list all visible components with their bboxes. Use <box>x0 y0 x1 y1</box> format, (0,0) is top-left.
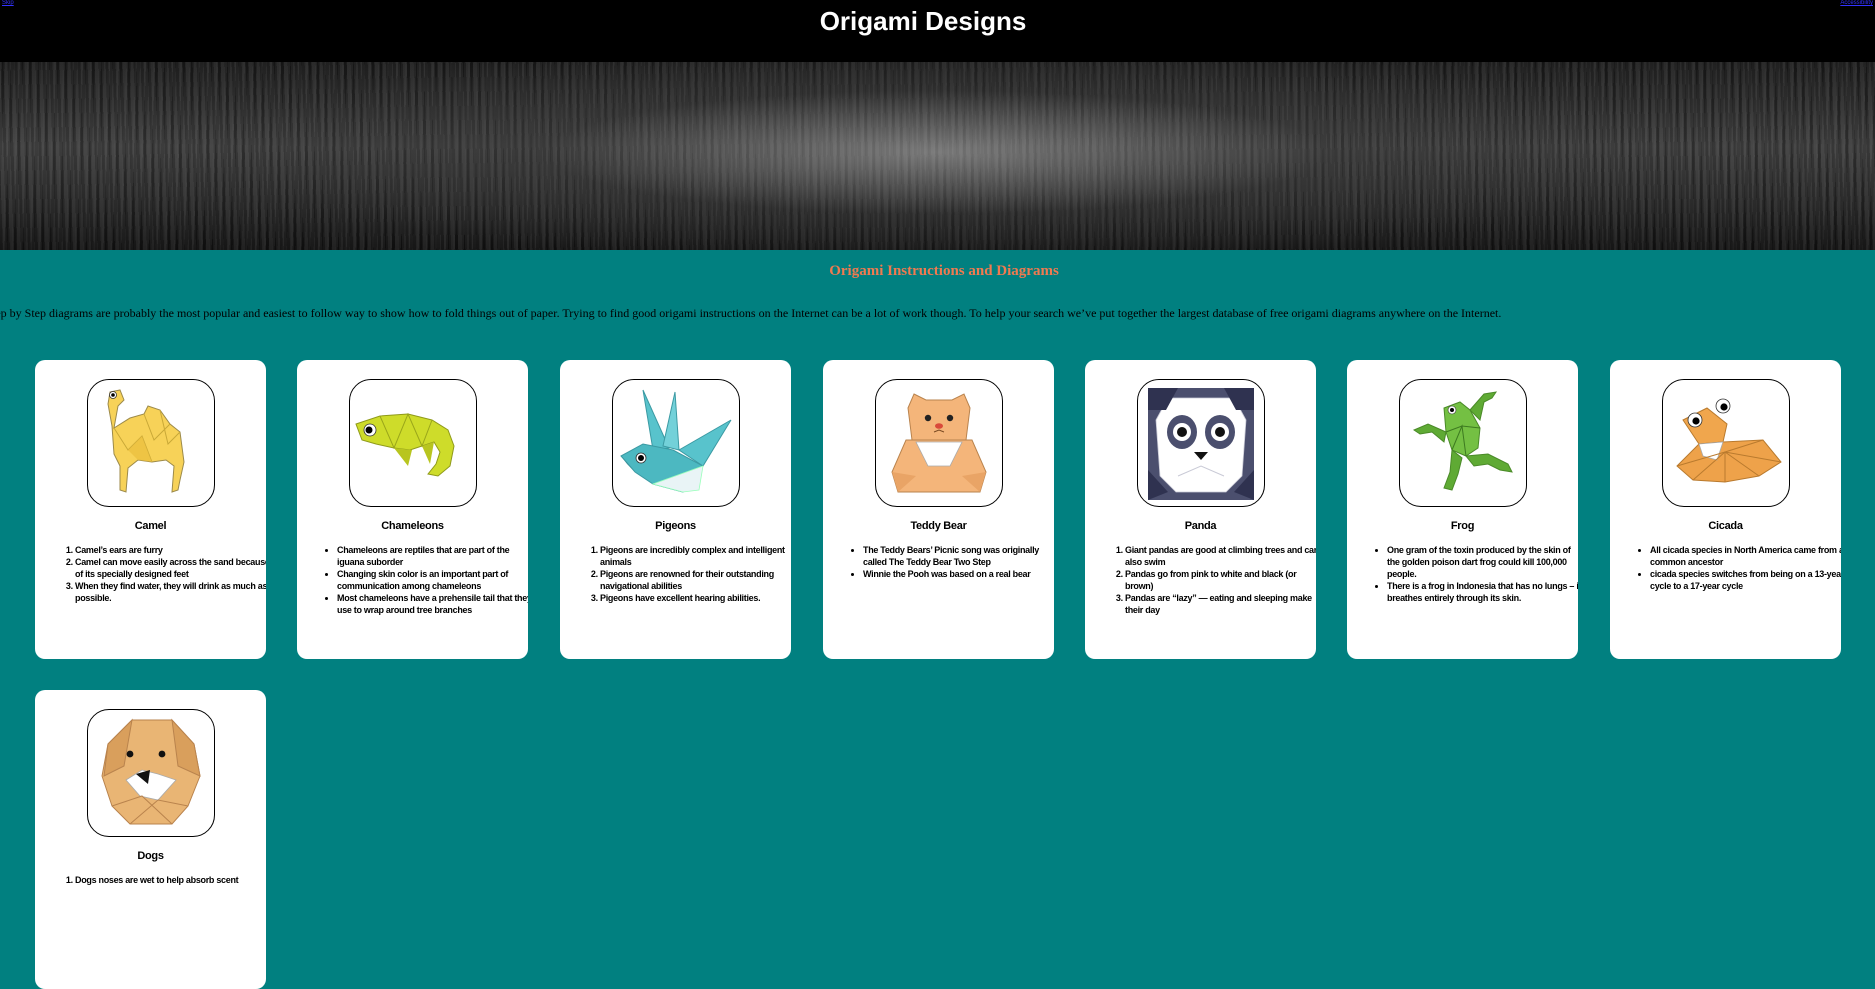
list-item: Most chameleons have a prehensile tail t… <box>337 592 528 616</box>
list-item: There is a frog in Indonesia that has no… <box>1387 580 1578 604</box>
list-item: cicada species switches from being on a … <box>1650 568 1841 592</box>
list-item: Camel can move easily across the sand be… <box>75 556 266 580</box>
card-dogs[interactable]: Dogs Dogs noses are wet to help absorb s… <box>35 690 266 989</box>
top-bar: Skip Accessibility Origami Designs <box>0 0 1875 62</box>
card-chameleons[interactable]: Chameleons Chameleons are reptiles that … <box>297 360 528 659</box>
list-item: Pigeons have excellent hearing abilities… <box>600 592 791 604</box>
fact-list: Chameleons are reptiles that are part of… <box>319 544 528 616</box>
list-item: Giant pandas are good at climbing trees … <box>1125 544 1316 568</box>
list-item: Dogs noses are wet to help absorb scent <box>75 874 266 886</box>
section-title: Origami Instructions and Diagrams <box>829 263 1059 279</box>
card-title: Frog <box>1450 520 1475 532</box>
fact-list: Pigeons are incredibly complex and intel… <box>582 544 791 604</box>
pigeon-icon <box>612 379 740 507</box>
fact-list: The Teddy Bears’ Picnic song was origina… <box>845 544 1054 580</box>
panda-icon <box>1137 379 1265 507</box>
card-title: Cicada <box>1708 520 1743 532</box>
list-item: Winnie the Pooh was based on a real bear <box>863 568 1054 580</box>
card-title: Dogs <box>137 850 164 862</box>
fact-list: One gram of the toxin produced by the sk… <box>1369 544 1578 604</box>
fact-list: All cicada species in North America came… <box>1632 544 1841 592</box>
list-item: Pigeons are renowned for their outstandi… <box>600 568 791 592</box>
chameleon-icon <box>349 379 477 507</box>
card-pigeons[interactable]: Pigeons Pigeons are incredibly complex a… <box>560 360 791 659</box>
list-item: The Teddy Bears’ Picnic song was origina… <box>863 544 1054 568</box>
card-frog[interactable]: Frog One gram of the toxin produced by t… <box>1347 360 1578 659</box>
card-title: Panda <box>1184 520 1217 532</box>
list-item: Pandas are “lazy” — eating and sleeping … <box>1125 592 1316 616</box>
card-title: Camel <box>134 520 167 532</box>
hero-banner <box>0 62 1875 250</box>
frog-icon <box>1399 379 1527 507</box>
list-item: When they find water, they will drink as… <box>75 580 266 604</box>
list-item: Chameleons are reptiles that are part of… <box>337 544 528 568</box>
list-item: Camel’s ears are furry <box>75 544 266 556</box>
list-item: One gram of the toxin produced by the sk… <box>1387 544 1578 580</box>
dog-icon <box>87 709 215 837</box>
list-item: Pigeons are incredibly complex and intel… <box>600 544 791 568</box>
fact-list: Dogs noses are wet to help absorb scent <box>57 874 266 886</box>
list-item: Pandas go from pink to white and black (… <box>1125 568 1316 592</box>
card-title: Chameleons <box>381 520 444 532</box>
fact-list: Camel’s ears are furry Camel can move ea… <box>57 544 266 604</box>
card-camel[interactable]: Camel Camel’s ears are furry Camel can m… <box>35 360 266 659</box>
list-item: Changing skin color is an important part… <box>337 568 528 592</box>
cicada-icon <box>1662 379 1790 507</box>
list-item: All cicada species in North America came… <box>1650 544 1841 568</box>
card-teddy-bear[interactable]: Teddy Bear The Teddy Bears’ Picnic song … <box>823 360 1054 659</box>
intro-paragraph: tep by Step diagrams are probably the mo… <box>0 306 1502 320</box>
card-title: Teddy Bear <box>910 520 967 532</box>
teddy-bear-icon <box>875 379 1003 507</box>
fact-list: Giant pandas are good at climbing trees … <box>1107 544 1316 616</box>
site-title: Origami Designs <box>819 6 1027 36</box>
card-cicada[interactable]: Cicada All cicada species in North Ameri… <box>1610 360 1841 659</box>
camel-icon <box>87 379 215 507</box>
card-panda[interactable]: Panda Giant pandas are good at climbing … <box>1085 360 1316 659</box>
card-title: Pigeons <box>655 520 696 532</box>
